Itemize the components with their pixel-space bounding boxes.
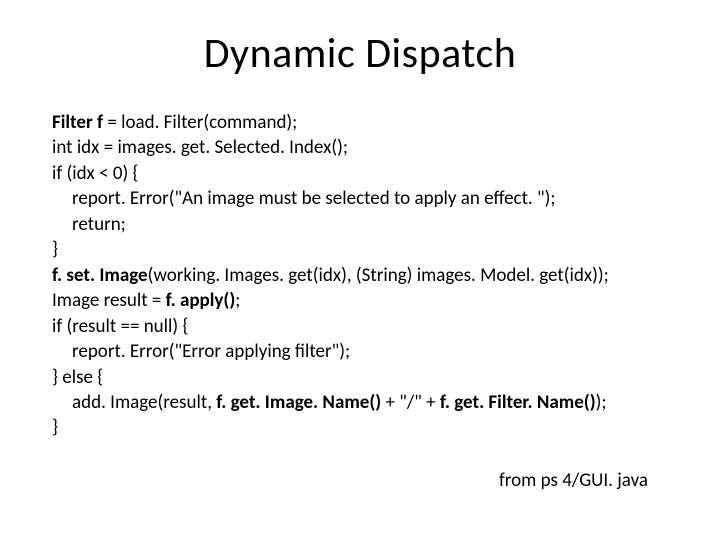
- code-line: }: [52, 415, 672, 440]
- code-bold: f. apply(): [166, 289, 236, 312]
- code-text: );: [596, 391, 607, 414]
- code-line: }: [52, 237, 672, 262]
- code-line: Filter f = load. Filter(command);: [52, 110, 672, 135]
- code-bold: f. get. Image. Name(): [216, 391, 381, 414]
- code-text: = load. Filter(command);: [103, 111, 297, 134]
- code-text: Image result =: [52, 289, 166, 312]
- code-line: if (idx < 0) {: [52, 161, 672, 186]
- code-bold: f. set. Image: [52, 264, 148, 287]
- code-bold: Filter f: [52, 111, 103, 134]
- code-line: Image result = f. apply();: [52, 288, 672, 313]
- code-line: if (result == null) {: [52, 314, 672, 339]
- code-line: report. Error("An image must be selected…: [52, 186, 672, 211]
- attribution-text: from ps 4/GUI. java: [499, 469, 648, 492]
- code-block: Filter f = load. Filter(command); int id…: [52, 110, 672, 441]
- code-bold: f. get. Filter. Name(): [440, 391, 596, 414]
- code-text: + "/" +: [381, 391, 440, 414]
- code-line: int idx = images. get. Selected. Index()…: [52, 135, 672, 160]
- code-line: add. Image(result, f. get. Image. Name()…: [52, 390, 672, 415]
- code-text: add. Image(result,: [72, 391, 216, 414]
- code-line: return;: [52, 212, 672, 237]
- code-text: ;: [235, 289, 240, 312]
- code-line: } else {: [52, 365, 672, 390]
- code-text: (working. Images. get(idx), (String) ima…: [148, 264, 609, 287]
- slide-title: Dynamic Dispatch: [0, 28, 720, 79]
- code-line: f. set. Image(working. Images. get(idx),…: [52, 263, 672, 288]
- code-line: report. Error("Error applying filter");: [52, 339, 672, 364]
- slide: Dynamic Dispatch Filter f = load. Filter…: [0, 0, 720, 540]
